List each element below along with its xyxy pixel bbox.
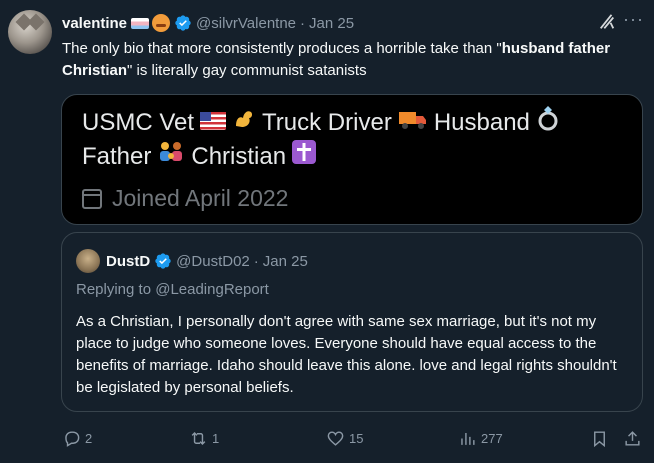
repost-icon [191,431,206,445]
views-button[interactable]: 277 [458,429,503,448]
author-handle[interactable]: @silvrValentne [196,15,296,32]
quoted-tweet-header: DustD @DustD02 · Jan 25 [76,249,308,273]
more-options-icon[interactable]: ··· [623,9,644,30]
action-bar: 2 1 15 277 [62,426,644,450]
author-avatar[interactable] [8,10,52,54]
bookmark-button[interactable] [590,429,609,448]
calendar-icon [82,188,102,209]
share-button[interactable] [623,429,642,448]
reply-count: 2 [85,430,93,446]
separator-dot: · [253,252,259,270]
flexed-bicep-emoji-icon [232,106,256,139]
quoted-author-avatar[interactable] [76,249,100,273]
replying-to: Replying to @LeadingReport [76,281,269,298]
tweet-text: The only bio that more consistently prod… [62,40,611,79]
latin-cross-emoji-icon [292,140,317,173]
repost-count: 1 [212,430,220,446]
quoted-author-display-name[interactable]: DustD [106,253,150,270]
quoted-tweet-text: As a Christian, I personally don't agree… [76,313,617,396]
like-count: 15 [349,430,364,446]
joined-date: Joined April 2022 [82,185,288,212]
verified-badge-icon[interactable] [174,14,192,32]
quoted-tweet[interactable]: DustD @DustD02 · Jan 25 Replying to @Lea… [61,232,643,412]
bio-line-1: USMC Vet Truck Driver Husband [82,105,622,140]
tweet-header: valentine @silvrValentne · Jan 25 [62,12,644,34]
heart-icon [327,430,344,446]
ring-emoji-icon [536,105,560,140]
views-icon [461,432,475,445]
quoted-tweet-date[interactable]: Jan 25 [263,253,308,270]
bio-line-2: Father Christian [82,140,622,173]
angry-face-emoji-icon [152,14,171,32]
tweet-date[interactable]: Jan 25 [309,15,354,32]
author-display-name[interactable]: valentine [62,15,127,32]
truck-emoji-icon [398,107,428,139]
quoted-author-handle[interactable]: @DustD02 [176,253,250,270]
bookmark-icon [594,430,605,447]
repost-button[interactable]: 1 [189,429,219,448]
flag-emoji-icon [131,17,150,29]
verified-badge-icon[interactable] [154,252,172,270]
reply-icon [65,430,80,447]
separator-dot: · [300,14,306,32]
views-count: 277 [481,430,503,446]
family-emoji-icon [157,140,185,173]
us-flag-emoji-icon [200,107,227,139]
grok-icon[interactable] [598,12,616,32]
share-icon [625,430,640,446]
attached-image[interactable]: USMC Vet Truck Driver Husband Father Chr… [61,94,643,225]
reply-button[interactable]: 2 [62,429,92,448]
like-button[interactable]: 15 [326,429,363,448]
